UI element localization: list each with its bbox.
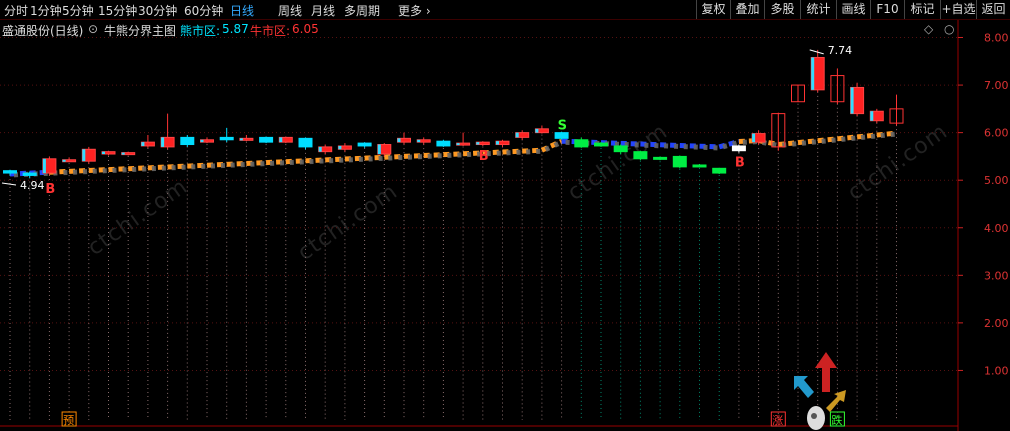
signal-label: B	[45, 182, 55, 197]
candlestick-chart[interactable]: 8.00 7.00 6.00 5.00 4.00 3.00 2.00 1.00 4.94 7.74…	[0, 20, 1010, 431]
tab-period-6[interactable]: 日线	[230, 2, 254, 19]
y-tick-label: 4.00	[984, 222, 1009, 235]
candle-body	[712, 167, 727, 174]
tab-period-7[interactable]: 周线	[278, 2, 302, 19]
candle-edge	[377, 144, 381, 155]
signal-label: S	[558, 119, 567, 134]
y-tick-label: 1.00	[984, 364, 1009, 377]
candle-edge	[417, 139, 421, 143]
tab-period-4[interactable]: 30分钟	[138, 2, 177, 19]
candle-body	[613, 145, 628, 153]
tab-period-0[interactable]: 分时	[4, 2, 28, 19]
candle-edge	[42, 158, 46, 174]
y-tick-label: 7.00	[984, 79, 1009, 92]
logo-arrow-left-icon	[794, 376, 814, 398]
candle-edge	[850, 87, 854, 114]
candle-body	[219, 136, 234, 141]
tab-period-8[interactable]: 月线	[311, 2, 335, 19]
tab-period-9[interactable]: 多周期	[344, 2, 380, 19]
logo-eye-icon	[811, 413, 817, 419]
candle-edge	[279, 137, 283, 143]
toolbar-button-1[interactable]: 叠加	[730, 0, 764, 19]
tab-period-5[interactable]: 60分钟	[184, 2, 223, 19]
candle-edge	[102, 151, 105, 155]
candle-body	[731, 145, 746, 152]
logo-arrow-up-icon	[815, 352, 837, 392]
candle-edge	[161, 137, 165, 147]
candle-body	[594, 142, 608, 147]
candle-body	[633, 151, 648, 160]
bottom-mark: 预	[63, 414, 74, 427]
period-toolbar: 分时 1分钟 5分钟 15分钟 30分钟 60分钟 日线 周线 月线 多周期 更多 › 复权 叠加 多股统…	[0, 0, 1010, 20]
candle-body	[22, 172, 37, 176]
toolbar-button-6[interactable]: 标记	[904, 0, 940, 19]
toolbar-button-5[interactable]: F10	[870, 0, 904, 19]
toolbar-button-0[interactable]: 复权	[696, 0, 730, 19]
candle-edge	[397, 138, 401, 143]
price-annotation: 7.74	[828, 44, 853, 57]
candle-body	[180, 136, 195, 146]
tab-period-1[interactable]: 1分钟	[30, 2, 62, 19]
toolbar-button-2[interactable]: 多股	[764, 0, 800, 19]
candle-edge	[535, 128, 539, 133]
candle-edge	[752, 133, 756, 143]
tab-period-3[interactable]: 15分钟	[98, 2, 137, 19]
candle-edge	[62, 159, 66, 162]
tab-period-10[interactable]: 更多 ›	[398, 2, 431, 19]
candle-edge	[456, 143, 460, 146]
candle-edge	[239, 138, 243, 141]
annotation-pointer	[1, 182, 17, 186]
tab-period-2[interactable]: 5分钟	[62, 2, 94, 19]
bottom-mark: 跌	[831, 413, 842, 427]
candle-edge	[338, 145, 342, 150]
candle-body	[574, 139, 589, 148]
candle-body	[298, 137, 313, 148]
candle-body	[357, 142, 372, 147]
toolbar-button-7[interactable]: +自选	[940, 0, 976, 19]
candle-edge	[496, 141, 499, 145]
candle-edge	[476, 142, 480, 145]
toolbar-button-8[interactable]: 返回	[976, 0, 1010, 19]
y-tick-label: 8.00	[984, 32, 1009, 45]
candle-body	[653, 156, 668, 160]
toolbar-button-3[interactable]: 统计	[800, 0, 836, 19]
toolbar-button-4[interactable]: 画线	[836, 0, 870, 19]
candle-body	[259, 136, 274, 143]
candle-edge	[318, 146, 322, 152]
candle-body	[436, 140, 451, 147]
candle-edge	[515, 132, 519, 138]
signal-label: B	[735, 156, 745, 171]
candle-body	[3, 170, 17, 174]
candle-body	[692, 164, 707, 168]
candle-edge	[811, 57, 815, 90]
y-tick-label: 3.00	[984, 269, 1009, 282]
bottom-mark: 涨	[772, 414, 783, 427]
annotation-pointer	[809, 49, 824, 55]
y-tick-label: 6.00	[984, 127, 1009, 140]
candle-body	[672, 155, 687, 168]
logo-arrow-right-icon	[826, 390, 846, 412]
candle-edge	[200, 139, 204, 143]
price-annotation: 4.94	[20, 179, 45, 192]
signal-label: B	[479, 149, 489, 164]
y-tick-label: 5.00	[984, 174, 1009, 187]
y-tick-label: 2.00	[984, 317, 1009, 330]
candle-edge	[82, 149, 86, 162]
candle-edge	[870, 111, 874, 121]
candle-edge	[141, 142, 145, 146]
candle-edge	[121, 152, 125, 155]
